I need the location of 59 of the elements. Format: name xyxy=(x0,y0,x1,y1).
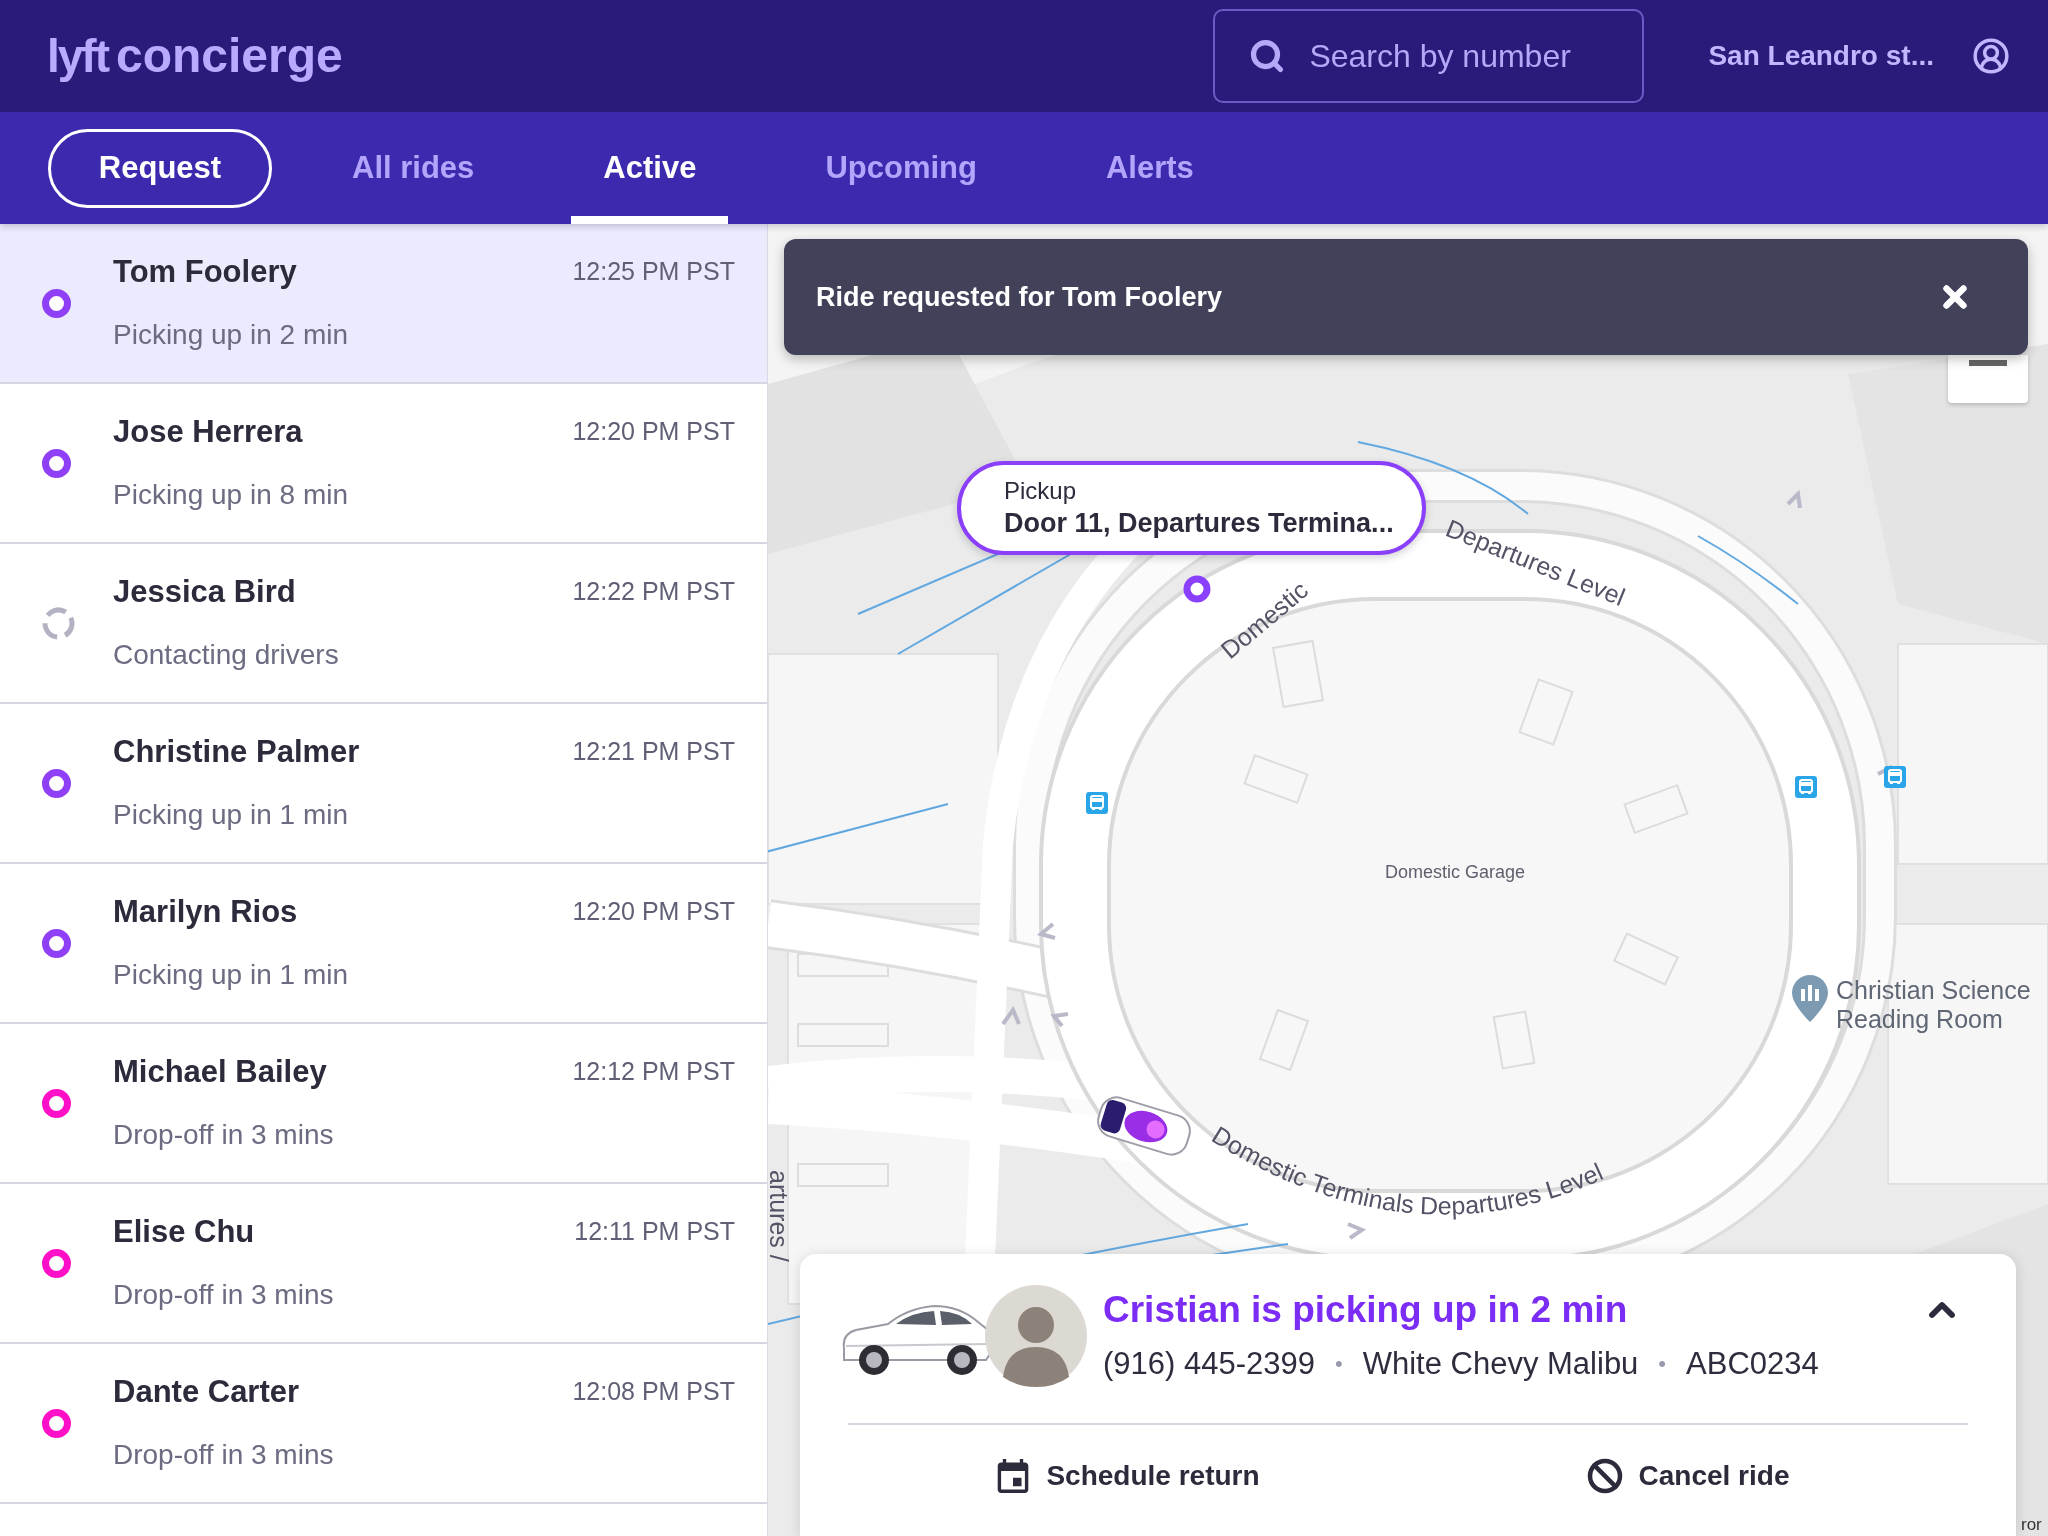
place-pin-icon xyxy=(1792,975,1828,1022)
rider-name: Dante Carter xyxy=(113,1373,300,1410)
bus-stop-icon xyxy=(1086,792,1108,814)
ride-time: 12:08 PM PST xyxy=(572,1377,735,1406)
rider-name: Jessica Bird xyxy=(113,573,296,610)
tab[interactable]: All rides xyxy=(320,112,507,224)
ride-time: 12:20 PM PST xyxy=(572,897,735,926)
ride-status: Picking up in 8 min xyxy=(113,477,348,512)
ride-status: Picking up in 2 min xyxy=(113,317,348,352)
pickup-marker-icon xyxy=(1183,575,1211,603)
road-label: artures / xyxy=(768,1170,793,1262)
driver-detail: ABC0234 xyxy=(1686,1346,1819,1382)
cancel-ride-button[interactable]: Cancel ride xyxy=(1586,1458,1790,1494)
bus-stop-icon xyxy=(1795,776,1817,798)
ride-status: Picking up in 1 min xyxy=(113,797,348,832)
driver-detail: White Chevy Malibu xyxy=(1362,1346,1639,1382)
ride-time: 12:11 PM PST xyxy=(574,1217,735,1246)
zoom-out-button[interactable] xyxy=(1948,355,2028,403)
bus-stop-icon xyxy=(1884,766,1906,788)
ride-status: Picking up in 1 min xyxy=(113,957,348,992)
tab[interactable]: Upcoming xyxy=(793,112,1009,224)
account-icon[interactable] xyxy=(1972,37,2010,75)
ride-row[interactable]: Tom Foolery 12:25 PM PST Picking up in 2 min xyxy=(0,224,767,384)
calendar-icon xyxy=(996,1459,1031,1493)
ride-status: Drop-off in 3 mins xyxy=(113,1277,334,1312)
schedule-return-button[interactable]: Schedule return xyxy=(996,1459,1260,1493)
ride-status: Contacting drivers xyxy=(113,637,339,672)
search-icon xyxy=(1249,38,1286,74)
minus-icon xyxy=(1969,360,2007,366)
search-field[interactable]: Search by number xyxy=(1213,9,1645,103)
driver-status: Cristian is picking up in 2 min xyxy=(1103,1288,1628,1332)
ride-time: 12:12 PM PST xyxy=(572,1057,735,1086)
rider-name: Christine Palmer xyxy=(113,733,360,770)
ride-time: 12:25 PM PST xyxy=(572,257,735,286)
pickup-address: Door 11, Departures Termina... xyxy=(1004,507,1394,540)
rider-name: Elise Chu xyxy=(113,1213,255,1250)
driver-detail: (916) 445-2399 xyxy=(1103,1346,1315,1382)
rider-name: Michael Bailey xyxy=(113,1053,327,1090)
ride-status: Drop-off in 3 mins xyxy=(113,1437,334,1472)
location-selector[interactable]: San Leandro st... xyxy=(1708,40,1934,72)
ride-time: 12:20 PM PST xyxy=(572,417,735,446)
rider-name: Marilyn Rios xyxy=(113,893,298,930)
toast-message: Ride requested for Tom Foolery xyxy=(816,281,1223,313)
ride-status: Drop-off in 3 mins xyxy=(113,1117,334,1152)
pickup-label: Pickup xyxy=(1004,476,1077,506)
tab[interactable]: Alerts xyxy=(1073,112,1226,224)
separator-dot: • xyxy=(1335,1351,1343,1377)
separator-dot: • xyxy=(1658,1351,1667,1377)
place-label: Christian Science Reading Room xyxy=(1836,976,2032,1034)
place-label: Domestic Garage xyxy=(1384,862,1526,882)
prohibited-icon xyxy=(1586,1458,1623,1494)
request-button[interactable]: Request xyxy=(48,128,272,208)
ride-time: 12:21 PM PST xyxy=(572,737,735,766)
avatar-icon xyxy=(985,1285,1087,1387)
rider-name: Tom Foolery xyxy=(113,253,297,290)
map-attribution: ror xyxy=(2021,1515,2042,1534)
ride-time: 12:22 PM PST xyxy=(572,577,735,606)
product-name: concierge xyxy=(116,32,343,80)
rider-name: Jose Herrera xyxy=(113,413,303,450)
